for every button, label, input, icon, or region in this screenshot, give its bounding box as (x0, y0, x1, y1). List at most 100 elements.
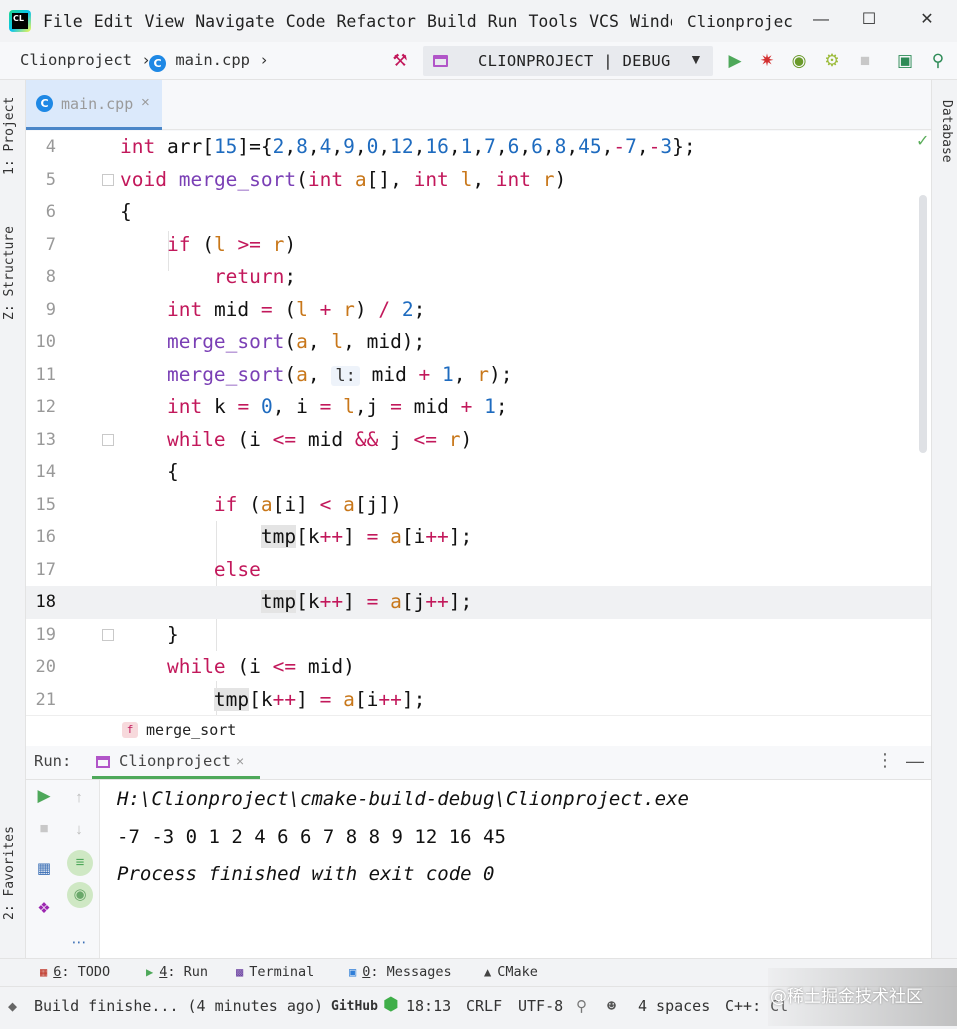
stop-icon[interactable]: ■ (855, 50, 875, 72)
chevron-down-icon: ▼ (689, 51, 703, 67)
editor-tab-main-cpp[interactable]: C main.cpp × (26, 80, 162, 130)
build-hammer-icon[interactable]: ⚒ (390, 50, 410, 72)
status-message[interactable]: Build finishe... (4 minutes ago) (34, 997, 323, 1015)
code-line: 13 while (i <= mid && j <= r) (35, 427, 473, 451)
indent-setting[interactable]: 4 spaces (638, 997, 710, 1015)
inspector-icon[interactable]: ☻ (607, 997, 616, 1015)
run-icon[interactable]: ▶ (725, 50, 745, 72)
file-encoding[interactable]: UTF-8 (518, 997, 563, 1015)
cmake-tool-button[interactable]: ▲ CMake (484, 964, 538, 980)
menu-navigate[interactable]: Navigate (195, 12, 274, 31)
github-status-icon[interactable]: ⬢ (383, 994, 399, 1015)
menu-window[interactable]: Windo (630, 12, 672, 31)
run-icon: ▶ (146, 965, 154, 979)
todo-tool-button[interactable]: ▦ 6: TODO (40, 964, 110, 980)
line-separator[interactable]: CRLF (466, 997, 502, 1015)
breadcrumb-function[interactable]: merge_sort (146, 721, 236, 739)
code-line: 21 tmp[k++] = a[i++]; (35, 687, 426, 711)
messages-icon: ▣ (349, 965, 357, 979)
database-tool-tab[interactable]: Database (939, 100, 954, 163)
code-line: 17 else (35, 557, 261, 581)
no-problems-check-icon[interactable]: ✓ (916, 131, 929, 151)
menu-file[interactable]: File (43, 12, 83, 31)
menu-refactor[interactable]: Refactor (336, 12, 415, 31)
github-label[interactable]: GitHub (331, 999, 378, 1014)
todo-icon: ▦ (40, 965, 48, 979)
pin-icon[interactable]: ❖ (33, 898, 55, 920)
menu-vcs[interactable]: VCS (589, 12, 619, 31)
watermark: @稀土掘金技术社区 (768, 968, 957, 1026)
menu-bar: CL File Edit View Navigate Code Refactor… (0, 0, 957, 42)
run-console[interactable]: H:\Clionproject\cmake-build-debug\Clionp… (100, 780, 931, 958)
breadcrumb-file[interactable]: C main.cpp › (149, 51, 269, 72)
terminal-icon: ▩ (236, 965, 244, 979)
scroll-to-end-icon[interactable]: ◉ (67, 882, 93, 908)
search-icon[interactable]: ⚲ (928, 50, 948, 72)
code-line: 11 merge_sort(a, l: mid + 1, r); (35, 362, 513, 386)
caret-position[interactable]: 18:13 (406, 997, 451, 1015)
cmake-app-icon (433, 55, 448, 67)
profiler-icon[interactable]: ⚙ (822, 50, 842, 72)
code-line: 15 if (a[i] < a[j]) (35, 492, 402, 516)
clion-logo-icon[interactable]: CL (9, 10, 31, 32)
console-line: -7 -3 0 1 2 4 6 6 7 8 8 9 12 16 45 (117, 826, 506, 848)
editor-scrollbar[interactable] (919, 195, 927, 453)
cpp-file-icon: C (36, 95, 53, 112)
hide-panel-icon[interactable]: — (906, 751, 924, 772)
lock-icon[interactable]: ⚲ (576, 997, 587, 1015)
close-window-icon[interactable]: ✕ (914, 8, 940, 32)
more-icon[interactable]: ⋯ (68, 932, 90, 954)
debug-bug-icon[interactable]: ✷ (757, 50, 777, 72)
up-arrow-icon[interactable]: ↑ (68, 787, 90, 809)
menu-run[interactable]: Run (488, 12, 518, 31)
left-tool-strip: 1: Project Z: Structure 2: Favorites (0, 80, 26, 958)
menu-edit[interactable]: Edit (94, 12, 134, 31)
run-tab-clionproject[interactable]: Clionproject × (92, 746, 260, 779)
layout-icon[interactable]: ▦ (33, 858, 55, 880)
parameter-hint: l: (331, 365, 360, 386)
code-breadcrumb-bar: f merge_sort (26, 715, 931, 746)
soft-wrap-icon[interactable]: ≡ (67, 850, 93, 876)
menu-tools[interactable]: Tools (528, 12, 578, 31)
fold-icon[interactable] (102, 173, 114, 186)
close-tab-icon[interactable]: × (236, 753, 244, 769)
down-arrow-icon[interactable]: ↓ (68, 819, 90, 841)
favorites-tool-tab[interactable]: 2: Favorites (2, 826, 17, 920)
terminal-icon[interactable]: ▣ (895, 50, 915, 72)
fold-icon[interactable] (102, 628, 114, 641)
messages-tool-button[interactable]: ▣ 0: Messages (349, 964, 452, 980)
code-line: 5 void merge_sort(int a[], int l, int r) (45, 167, 567, 191)
code-line: 16 tmp[k++] = a[i++]; (35, 525, 473, 548)
fold-icon[interactable] (102, 433, 114, 446)
stop-icon[interactable]: ■ (33, 818, 55, 840)
code-line: 14 { (35, 460, 179, 483)
minimize-icon[interactable]: — (808, 8, 834, 32)
menu-view[interactable]: View (145, 12, 185, 31)
run-tool-button[interactable]: ▶ 4: Run (146, 964, 208, 980)
rerun-icon[interactable]: ▶ (33, 785, 55, 807)
terminal-tool-button[interactable]: ▩ Terminal (236, 964, 314, 980)
window-title: Clionprojec (686, 11, 793, 31)
run-panel-toolbar: ▶ ↑ ■ ↓ ▦ ≡ ❖ ◉ ⋯ (26, 780, 100, 958)
run-label: Run: (34, 752, 72, 770)
run-coverage-icon[interactable]: ◉ (789, 50, 809, 72)
code-line: 7 if (l >= r) (45, 232, 297, 256)
run-config-dropdown[interactable]: CLIONPROJECT | DEBUG ▼ (423, 46, 713, 76)
right-tool-strip: Database (931, 80, 957, 958)
project-tool-tab[interactable]: 1: Project (2, 97, 17, 175)
run-panel-header: Run: Clionproject × ⋮ — (26, 746, 931, 780)
more-options-icon[interactable]: ⋮ (876, 750, 894, 771)
close-tab-icon[interactable]: × (141, 94, 150, 111)
menu-build[interactable]: Build (427, 12, 477, 31)
maximize-icon[interactable]: ☐ (856, 8, 882, 32)
editor-tab-bar: C main.cpp × (26, 80, 931, 130)
menu-code[interactable]: Code (286, 12, 326, 31)
code-editor[interactable]: 4 int arr[15]={2,8,4,9,0,12,16,1,7,6,6,8… (26, 131, 931, 715)
code-line: 4 int arr[15]={2,8,4,9,0,12,16,1,7,6,6,8… (45, 135, 696, 158)
structure-tool-tab[interactable]: Z: Structure (2, 226, 17, 320)
function-icon: f (122, 722, 138, 738)
cmake-icon: ▲ (484, 965, 492, 979)
console-line: H:\Clionproject\cmake-build-debug\Clionp… (117, 788, 689, 810)
breadcrumb-project[interactable]: Clionproject › (20, 51, 151, 69)
code-line: 9 int mid = (l + r) / 2; (45, 297, 426, 321)
